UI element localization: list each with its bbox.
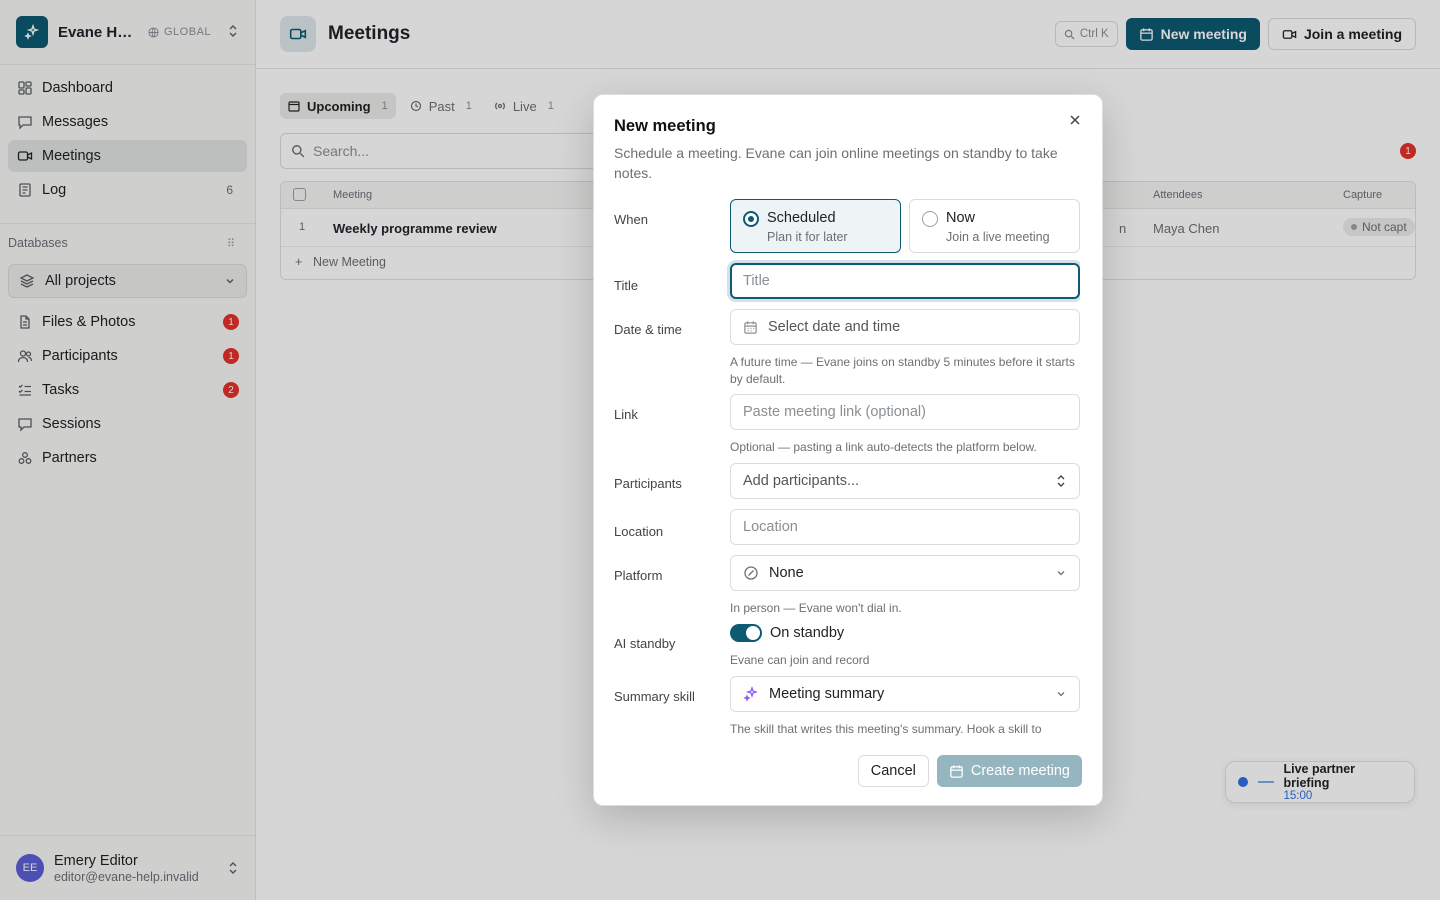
link-placeholder: Paste meeting link (optional) [743, 404, 926, 420]
title-placeholder: Title [743, 273, 770, 289]
datetime-picker[interactable]: Select date and time [730, 309, 1080, 345]
chevron-updown-icon [1055, 473, 1067, 489]
calendar-icon [744, 320, 757, 334]
location-placeholder: Location [743, 519, 798, 535]
skill-hint: The skill that writes this meeting's sum… [730, 722, 1042, 736]
title-label: Title [614, 278, 639, 293]
participants-placeholder: Add participants... [743, 473, 860, 489]
option-now-sub: Join a live meeting [946, 230, 1050, 244]
standby-hint: Evane can join and record [730, 653, 870, 667]
radio-icon [922, 211, 938, 227]
datetime-hint: A future time — Evane joins on standby 5… [730, 355, 1075, 386]
create-meeting-label: Create meeting [970, 763, 1070, 779]
new-meeting-dialog: New meeting Schedule a meeting. Evane ca… [593, 94, 1103, 806]
option-now-title: Now [946, 210, 976, 226]
standby-label: AI standby [614, 636, 676, 651]
title-input[interactable]: Title [730, 263, 1080, 299]
cancel-button[interactable]: Cancel [857, 755, 929, 787]
datetime-placeholder: Select date and time [768, 319, 901, 335]
meeting-link-input[interactable]: Paste meeting link (optional) [730, 394, 1080, 430]
location-input[interactable]: Location [730, 509, 1080, 545]
option-scheduled[interactable]: Scheduled Plan it for later [730, 199, 901, 253]
skill-label: Summary skill [614, 689, 695, 704]
dialog-body: When Scheduled Plan it for later Now Joi… [614, 199, 1080, 736]
platform-value: None [769, 565, 804, 581]
when-options: Scheduled Plan it for later Now Join a l… [730, 199, 1080, 253]
option-scheduled-title: Scheduled [767, 210, 836, 226]
skill-value: Meeting summary [769, 686, 885, 702]
standby-toggle-row: On standby [730, 624, 844, 642]
link-label: Link [614, 407, 638, 422]
chevron-down-icon [1055, 688, 1067, 700]
platform-select[interactable]: None [730, 555, 1080, 591]
ban-icon [743, 565, 759, 581]
dialog-title: New meeting [614, 117, 716, 135]
platform-hint: In person — Evane won't dial in. [730, 601, 902, 615]
link-hint: Optional — pasting a link auto-detects t… [730, 440, 1037, 454]
participants-select[interactable]: Add participants... [730, 463, 1080, 499]
option-scheduled-sub: Plan it for later [767, 230, 848, 244]
chevron-down-icon [1055, 567, 1067, 579]
dialog-footer: Cancel Create meeting [857, 755, 1082, 787]
create-meeting-button[interactable]: Create meeting [936, 755, 1082, 787]
summary-skill-select[interactable]: Meeting summary [730, 676, 1080, 712]
participants-label: Participants [614, 476, 682, 491]
datetime-label: Date & time [614, 322, 682, 337]
radio-selected-icon [743, 211, 759, 227]
dialog-subtitle: Schedule a meeting. Evane can join onlin… [614, 145, 1058, 181]
platform-label: Platform [614, 568, 663, 583]
standby-value: On standby [770, 625, 845, 641]
option-now[interactable]: Now Join a live meeting [909, 199, 1080, 253]
location-label: Location [614, 524, 664, 539]
calendar-plus-icon [950, 764, 963, 778]
close-icon[interactable] [1068, 113, 1082, 130]
standby-toggle[interactable] [730, 624, 762, 642]
when-label: When [614, 212, 648, 227]
sparkles-icon [743, 686, 759, 702]
